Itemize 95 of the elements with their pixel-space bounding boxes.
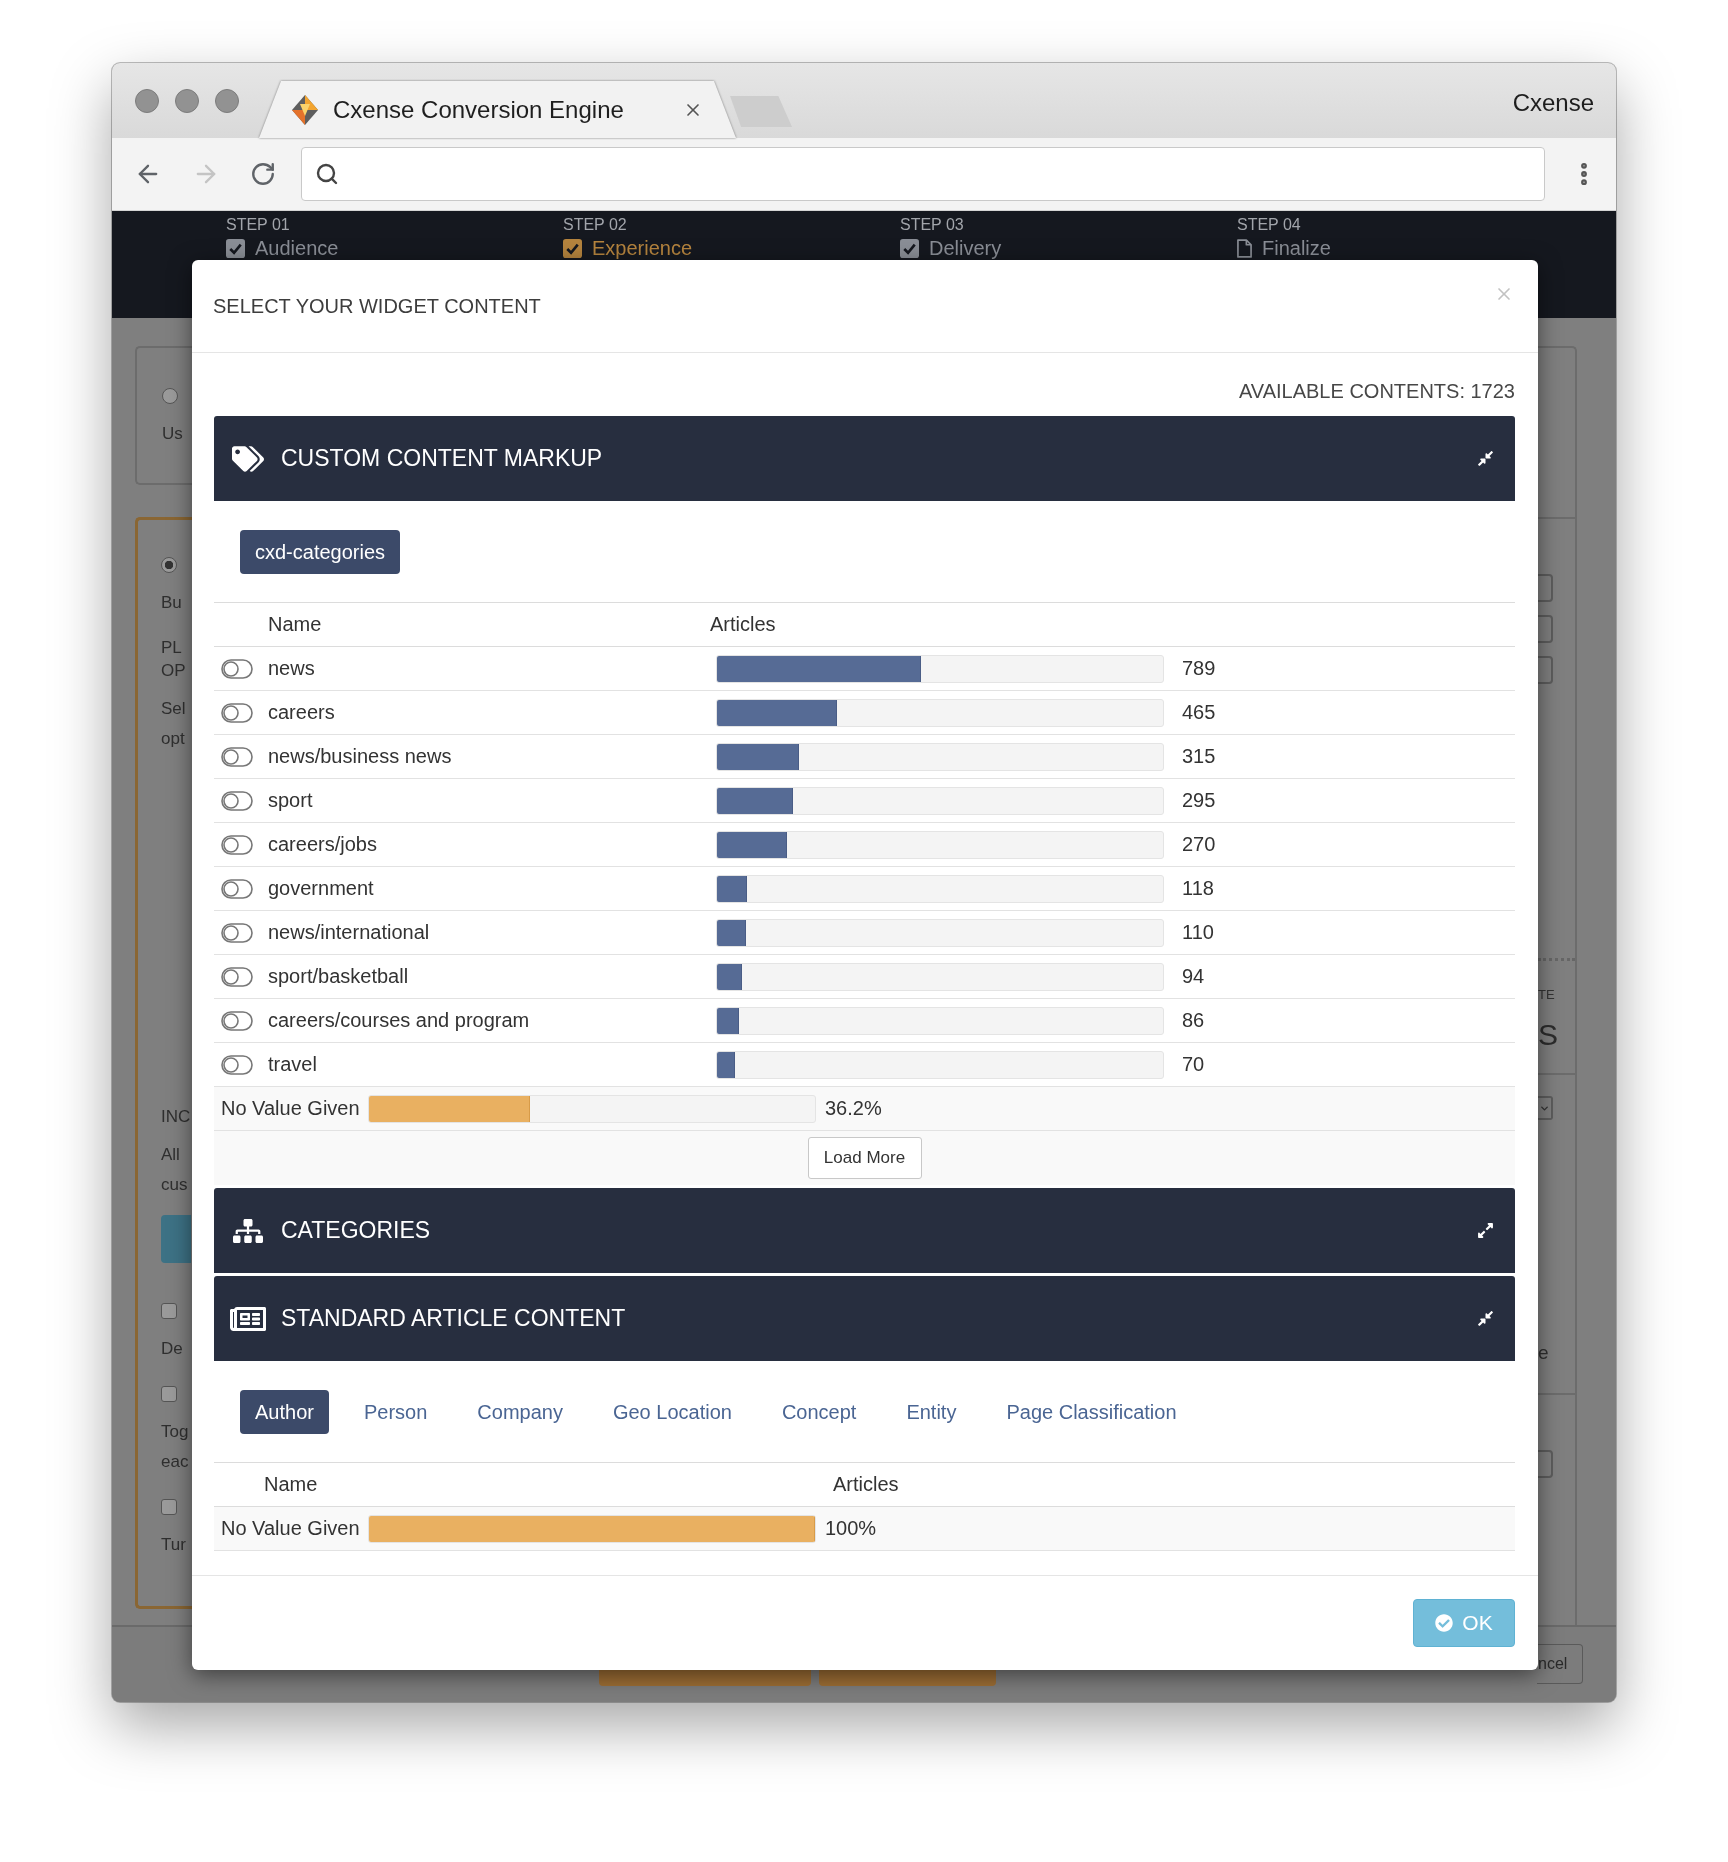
option-text: Sel — [161, 698, 186, 720]
filter-tab[interactable]: cxd-categories — [240, 530, 401, 574]
diamond-logo-icon — [292, 94, 318, 125]
article-count: 110 — [1181, 921, 1214, 944]
toggle-switch[interactable] — [221, 746, 253, 767]
article-count: 86 — [1181, 1009, 1205, 1032]
option-text: Bu — [161, 592, 182, 614]
filter-tab[interactable]: Entity — [891, 1390, 972, 1434]
toggle-switch[interactable] — [221, 922, 253, 943]
article-count: 295 — [1181, 789, 1216, 812]
column-header: Articles — [833, 1473, 899, 1496]
toggle-switch[interactable] — [221, 878, 253, 899]
window-button[interactable] — [135, 89, 159, 113]
option-text: De — [161, 1338, 183, 1360]
filter-tab[interactable]: Geo Location — [597, 1390, 747, 1434]
large-text: S — [1538, 1018, 1558, 1052]
category-name: travel — [268, 1053, 317, 1076]
article-count: 315 — [1181, 745, 1216, 768]
step-number: STEP 03 — [900, 216, 964, 234]
filter-tab[interactable]: Concept — [766, 1390, 872, 1434]
category-name: careers — [268, 701, 335, 724]
compress-arrows-icon[interactable] — [1477, 1310, 1494, 1327]
button-edge[interactable] — [819, 1670, 996, 1686]
heading-text: PL — [161, 637, 182, 659]
toggle-switch[interactable] — [221, 658, 253, 679]
filter-tab[interactable]: Page Classification — [991, 1390, 1192, 1434]
category-name: careers/courses and program — [268, 1009, 530, 1032]
percentage-text: 36.2% — [825, 1097, 882, 1120]
step-label[interactable]: Audience — [255, 237, 339, 259]
toggle-switch[interactable] — [221, 1054, 253, 1075]
option-text: eac — [161, 1451, 189, 1473]
button-edge[interactable] — [599, 1670, 811, 1686]
filter-tab[interactable]: Person — [348, 1390, 443, 1434]
window-button[interactable] — [175, 89, 199, 113]
article-count: 789 — [1181, 657, 1216, 680]
expand-arrows-icon[interactable] — [1477, 1222, 1494, 1239]
radio-button[interactable] — [161, 557, 177, 573]
browser-tab[interactable]: Cxense Conversion Engine — [259, 81, 736, 138]
category-name: sport — [268, 789, 313, 812]
checkbox[interactable] — [161, 1386, 177, 1402]
toggle-switch[interactable] — [221, 702, 253, 723]
toggle-switch[interactable] — [221, 834, 253, 855]
body-text: e — [1538, 1341, 1549, 1365]
category-name: news/business news — [268, 745, 452, 768]
radio-button[interactable] — [162, 388, 178, 404]
compress-arrows-icon[interactable] — [1477, 450, 1494, 467]
step-number: STEP 01 — [226, 216, 290, 234]
caption-text: TE — [1538, 987, 1555, 1003]
search-icon — [315, 162, 339, 186]
category-name: news — [268, 657, 315, 680]
category-name: careers/jobs — [268, 833, 377, 856]
step-label[interactable]: Delivery — [929, 237, 1002, 259]
article-count: 94 — [1181, 965, 1205, 988]
option-text: All — [161, 1144, 180, 1166]
percentage-text: 100% — [825, 1517, 877, 1540]
checkbox[interactable] — [161, 1303, 177, 1319]
available-count: AVAILABLE CONTENTS: 1723 — [1238, 379, 1515, 404]
profile-name: Cxense — [1512, 89, 1594, 117]
article-count: 270 — [1181, 833, 1216, 856]
section-title: CUSTOM CONTENT MARKUP — [281, 445, 603, 472]
category-name: sport/basketball — [268, 965, 409, 988]
filter-tab[interactable]: Author — [240, 1390, 329, 1434]
option-text: opt — [161, 728, 185, 750]
step-number: STEP 02 — [563, 216, 627, 234]
article-count: 118 — [1181, 877, 1214, 900]
toggle-switch[interactable] — [221, 1010, 253, 1031]
option-text: Us — [162, 423, 183, 445]
category-name: news/international — [268, 921, 430, 944]
checkbox[interactable] — [161, 1499, 177, 1515]
article-count: 70 — [1181, 1053, 1205, 1076]
row-label: No Value Given — [221, 1517, 361, 1540]
reload-icon[interactable] — [250, 161, 276, 187]
step-number: STEP 04 — [1237, 216, 1301, 234]
load-more-button[interactable]: Load More — [807, 1137, 922, 1179]
section-title: STANDARD ARTICLE CONTENT — [281, 1305, 626, 1332]
option-text: Tog — [161, 1421, 189, 1443]
step-label[interactable]: Finalize — [1262, 237, 1331, 259]
column-header: Articles — [710, 613, 776, 636]
address-field[interactable] — [301, 147, 1545, 201]
article-count: 465 — [1181, 701, 1216, 724]
option-text: Tur — [161, 1534, 186, 1556]
section-title: CATEGORIES — [281, 1217, 431, 1244]
column-header: Name — [264, 1473, 318, 1496]
window-button[interactable] — [215, 89, 239, 113]
toggle-switch[interactable] — [221, 790, 253, 811]
heading-text: INC — [161, 1106, 191, 1128]
row-label: No Value Given — [221, 1097, 361, 1120]
modal-title: SELECT YOUR WIDGET CONTENT — [213, 294, 541, 318]
category-name: government — [268, 877, 374, 900]
step-label[interactable]: Experience — [592, 237, 693, 259]
heading-text: OP — [161, 660, 186, 682]
option-text: cus — [161, 1174, 188, 1196]
toggle-switch[interactable] — [221, 966, 253, 987]
column-header: Name — [268, 613, 322, 636]
filter-tab[interactable]: Company — [462, 1390, 578, 1434]
